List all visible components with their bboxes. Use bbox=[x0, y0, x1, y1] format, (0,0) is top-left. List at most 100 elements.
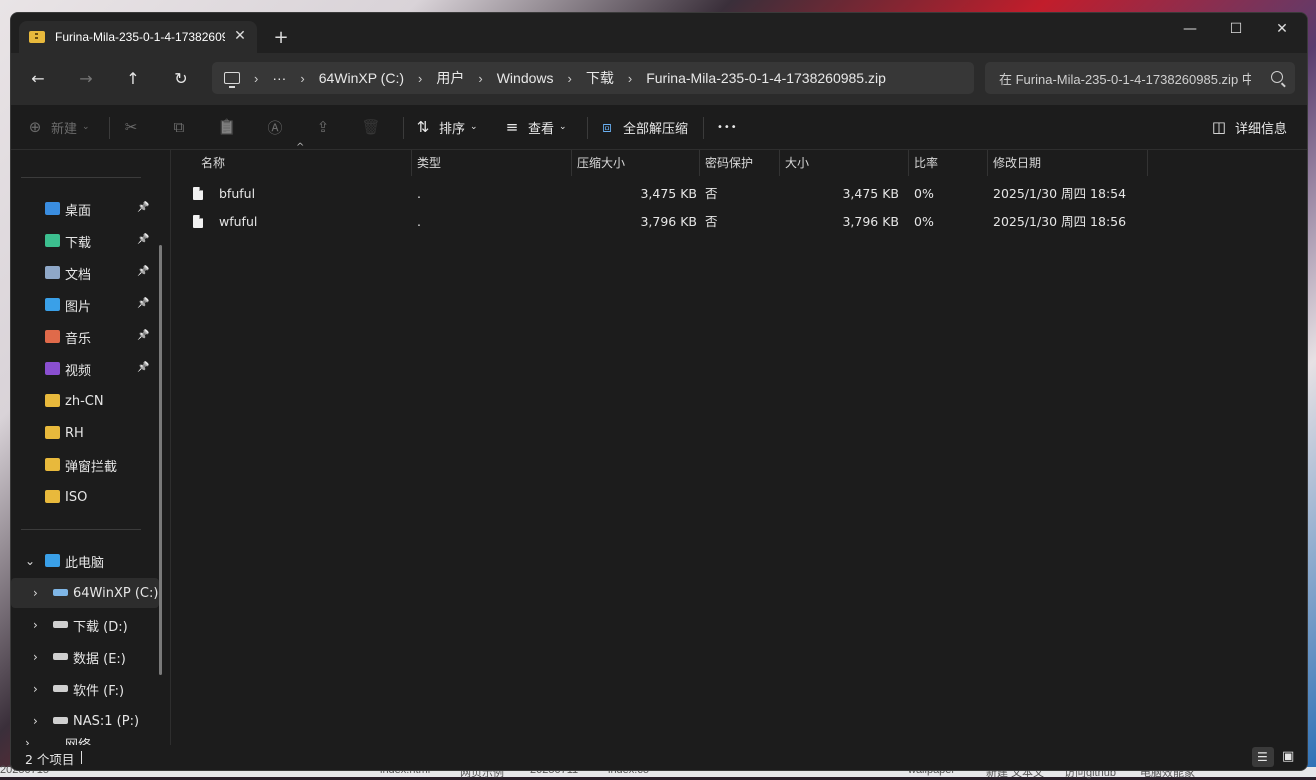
nav-item[interactable]: 音乐 📌 bbox=[11, 322, 159, 352]
breadcrumb-segment[interactable]: 64WinXP (C:) bbox=[319, 70, 404, 86]
column-header[interactable]: 比率 bbox=[914, 150, 938, 176]
drive-icon bbox=[53, 685, 68, 692]
delete-button[interactable]: 🗑 bbox=[361, 113, 387, 141]
folder-icon bbox=[45, 458, 60, 471]
large-icons-view-button[interactable]: ▣ bbox=[1278, 747, 1300, 767]
nav-scrollbar[interactable] bbox=[159, 245, 162, 675]
large-icons-view-icon: ▣ bbox=[1282, 749, 1295, 764]
search-placeholder: 在 Furina-Mila-235-0-1-4-1738260985.zip 中… bbox=[999, 71, 1251, 87]
new-button[interactable]: ⊕ 新建 ⌄ bbox=[25, 113, 90, 141]
details-pane-button[interactable]: ◫ 详细信息 bbox=[1209, 113, 1287, 141]
close-window-button[interactable]: ✕ bbox=[1259, 13, 1305, 45]
column-divider[interactable] bbox=[987, 150, 988, 176]
column-header[interactable]: 大小 bbox=[785, 150, 809, 176]
copy-button[interactable]: ⧉ bbox=[169, 113, 195, 141]
column-header[interactable]: 修改日期 bbox=[993, 150, 1041, 176]
nav-item[interactable]: ISO bbox=[11, 482, 159, 512]
nav-item-label: 桌面 bbox=[65, 203, 92, 219]
pin-icon[interactable]: 📌 bbox=[137, 234, 149, 245]
pin-icon[interactable]: 📌 bbox=[137, 330, 149, 341]
nav-item-drive[interactable]: › NAS:1 (P:) bbox=[11, 706, 159, 736]
column-divider[interactable] bbox=[779, 150, 780, 176]
sort-button[interactable]: ⇅ 排序 ⌄ bbox=[413, 113, 478, 141]
nav-divider bbox=[21, 177, 141, 178]
share-button[interactable]: ⇪ bbox=[313, 113, 339, 141]
nav-item[interactable]: 文档 📌 bbox=[11, 258, 159, 288]
nav-item[interactable]: zh-CN bbox=[11, 386, 159, 416]
more-options-button[interactable]: ••• bbox=[717, 113, 738, 141]
nav-item-label: ISO bbox=[65, 489, 88, 505]
computer-icon bbox=[45, 554, 60, 567]
column-divider[interactable] bbox=[908, 150, 909, 176]
breadcrumb-separator: › bbox=[300, 70, 305, 86]
rename-icon: Ⓐ bbox=[267, 118, 283, 137]
paste-button[interactable]: 📋 bbox=[217, 113, 243, 141]
folder-icon bbox=[45, 394, 60, 407]
drive-icon bbox=[53, 621, 68, 628]
pin-icon[interactable]: 📌 bbox=[137, 298, 149, 309]
table-row[interactable]: bfuful. 3,475 KB 否 3,475 KB 0% 2025/1/30 周四 1… bbox=[171, 180, 1171, 208]
details-view-button[interactable]: ☰ bbox=[1252, 747, 1274, 767]
drive-icon bbox=[53, 589, 68, 596]
address-bar-row: ← → ↑ ↻ › ··· › 64WinXP (C:) › 用户 › Wind… bbox=[11, 53, 1307, 105]
breadcrumb-segment[interactable]: Furina-Mila-235-0-1-4-1738260985.zip bbox=[646, 70, 886, 86]
cut-button[interactable]: ✂ bbox=[121, 113, 147, 141]
search-box[interactable]: 在 Furina-Mila-235-0-1-4-1738260985.zip 中… bbox=[985, 62, 1295, 94]
minimize-button[interactable]: — bbox=[1167, 13, 1213, 45]
chevron-down-icon[interactable]: ⌄ bbox=[25, 554, 35, 568]
column-header[interactable]: 名称 bbox=[201, 150, 225, 176]
breadcrumb-segment[interactable]: 下载 bbox=[586, 68, 614, 88]
column-header[interactable]: 压缩大小 bbox=[577, 150, 625, 176]
breadcrumb-segment[interactable]: 用户 bbox=[436, 68, 464, 88]
column-divider[interactable] bbox=[699, 150, 700, 176]
nav-item[interactable]: 视频 📌 bbox=[11, 354, 159, 384]
forward-button[interactable]: → bbox=[71, 65, 101, 93]
new-tab-button[interactable]: + bbox=[269, 27, 293, 49]
breadcrumb-segment[interactable]: Windows bbox=[497, 70, 554, 86]
pin-icon[interactable]: 📌 bbox=[137, 362, 149, 373]
column-header[interactable]: 密码保护 bbox=[705, 150, 753, 176]
column-divider[interactable] bbox=[411, 150, 412, 176]
column-divider[interactable] bbox=[571, 150, 572, 176]
nav-item[interactable]: 桌面 📌 bbox=[11, 194, 159, 224]
nav-item[interactable]: RH bbox=[11, 418, 159, 448]
up-button[interactable]: ↑ bbox=[118, 65, 148, 93]
nav-item-label: 弹窗拦截 bbox=[65, 459, 118, 475]
table-row[interactable]: wfuful. 3,796 KB 否 3,796 KB 0% 2025/1/30 周四 1… bbox=[171, 208, 1171, 236]
nav-item[interactable]: 图片 📌 bbox=[11, 290, 159, 320]
nav-item-drive[interactable]: › 软件 (F:) bbox=[11, 674, 159, 704]
nav-item-this-pc[interactable]: ⌄ 此电脑 bbox=[11, 546, 159, 576]
pin-icon[interactable]: 📌 bbox=[137, 202, 149, 213]
breadcrumb-separator: › bbox=[627, 70, 633, 86]
chevron-right-icon[interactable]: › bbox=[33, 650, 38, 664]
rename-button[interactable]: Ⓐ bbox=[265, 113, 291, 141]
search-icon[interactable] bbox=[1271, 71, 1283, 83]
chevron-right-icon[interactable]: › bbox=[33, 682, 38, 696]
compression-ratio: 0% bbox=[914, 214, 934, 229]
back-button[interactable]: ← bbox=[23, 65, 53, 93]
tab-close-icon[interactable]: ✕ bbox=[231, 27, 249, 45]
chevron-right-icon[interactable]: › bbox=[33, 618, 38, 632]
breadcrumb-separator: › bbox=[254, 70, 259, 86]
chevron-right-icon[interactable]: › bbox=[33, 714, 38, 728]
nav-item-label: 64WinXP (C:) bbox=[73, 585, 159, 601]
breadcrumb[interactable]: › ··· › 64WinXP (C:) › 用户 › Windows › 下载… bbox=[212, 62, 974, 94]
nav-item-label: NAS:1 (P:) bbox=[73, 713, 140, 729]
tab-archive[interactable]: Furina-Mila-235-0-1-4-1738260985.zip ✕ bbox=[19, 21, 257, 53]
column-divider[interactable] bbox=[1147, 150, 1148, 176]
maximize-button[interactable]: ☐ bbox=[1213, 13, 1259, 45]
toolbar-divider bbox=[403, 117, 404, 139]
refresh-button[interactable]: ↻ bbox=[166, 65, 196, 93]
nav-item[interactable]: 下载 📌 bbox=[11, 226, 159, 256]
column-header[interactable]: 类型 bbox=[417, 150, 441, 176]
pin-icon[interactable]: 📌 bbox=[137, 266, 149, 277]
chevron-right-icon[interactable]: › bbox=[33, 586, 38, 600]
extract-all-button[interactable]: ⧈ 全部解压缩 bbox=[597, 113, 688, 141]
nav-item-drive[interactable]: › 数据 (E:) bbox=[11, 642, 159, 672]
nav-item[interactable]: 弹窗拦截 bbox=[11, 450, 159, 480]
nav-item-drive[interactable]: › 64WinXP (C:) bbox=[11, 578, 159, 608]
view-button[interactable]: ≡ 查看 ⌄ bbox=[502, 113, 567, 141]
breadcrumb-more[interactable]: ··· bbox=[272, 70, 286, 86]
nav-item-drive[interactable]: › 下载 (D:) bbox=[11, 610, 159, 640]
file-type: . bbox=[417, 186, 421, 201]
